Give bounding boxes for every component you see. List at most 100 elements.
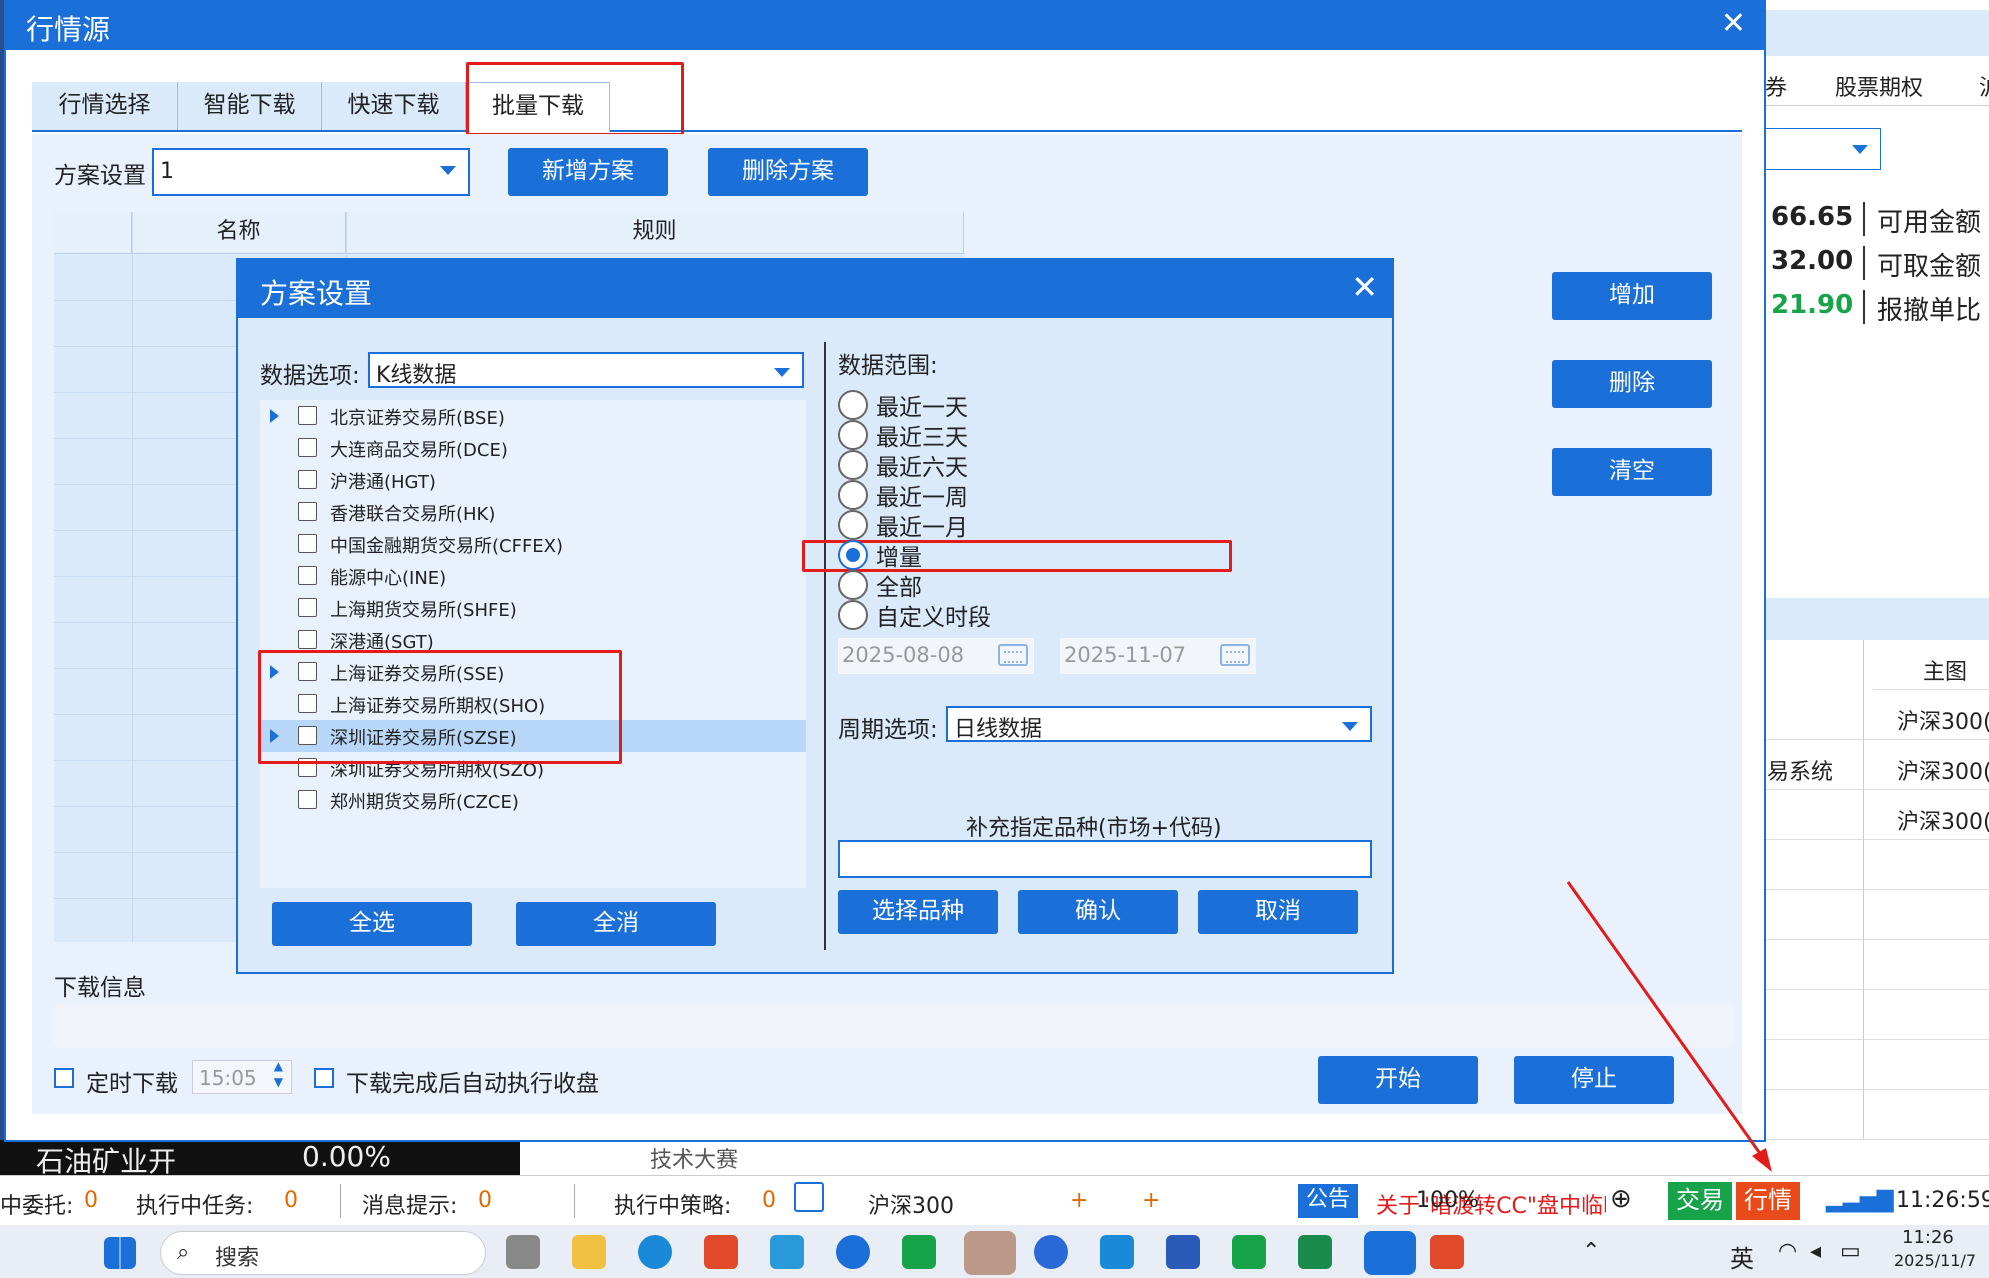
trade-button[interactable]: 交易 <box>1668 1182 1732 1220</box>
market-item[interactable]: 沪港通(HGT) <box>260 464 806 496</box>
market-checkbox[interactable] <box>298 406 317 425</box>
clear-button[interactable]: 清空 <box>1552 448 1712 496</box>
wechat-icon[interactable] <box>964 1231 1016 1275</box>
file-explorer-icon[interactable] <box>572 1235 606 1269</box>
range-option[interactable]: 最近一天 <box>838 390 1258 421</box>
news-ticker[interactable]: 关于"暗渡转CC"盘中临时 <box>1376 1188 1606 1220</box>
radio-button[interactable] <box>838 570 868 600</box>
market-checkbox[interactable] <box>298 598 317 617</box>
screenshot-icon[interactable] <box>1430 1235 1464 1269</box>
scheme-select[interactable]: 1 <box>152 148 470 196</box>
taskbar-search[interactable]: ⌕ 搜索 <box>160 1231 486 1275</box>
trading-app-icon[interactable] <box>1364 1231 1416 1275</box>
stepper-up-icon[interactable]: ▲ <box>274 1059 283 1073</box>
clock-date[interactable]: 2025/11/7 <box>1894 1251 1976 1270</box>
expand-arrow-icon[interactable] <box>270 409 279 423</box>
store-icon[interactable] <box>704 1235 738 1269</box>
word-icon[interactable] <box>1166 1235 1200 1269</box>
index-name[interactable]: 沪深300 <box>868 1188 954 1220</box>
bg-tab-stock-option[interactable]: 股票期权 <box>1835 70 1923 102</box>
radio-button[interactable] <box>838 480 868 510</box>
wechat-work-icon[interactable] <box>902 1235 936 1269</box>
keyboard-icon[interactable] <box>998 644 1028 666</box>
supplement-input[interactable] <box>838 840 1372 878</box>
radio-button[interactable] <box>838 450 868 480</box>
market-checkbox[interactable] <box>298 790 317 809</box>
timed-download-time[interactable]: 15:05 ▲ ▼ <box>192 1059 292 1094</box>
zoom-in-icon[interactable]: ⊕ <box>1610 1184 1632 1214</box>
table-row[interactable]: 沪深300( <box>1765 790 1989 840</box>
deselect-all-button[interactable]: 全消 <box>516 902 716 946</box>
timed-download-checkbox[interactable] <box>54 1068 74 1088</box>
period-select[interactable]: 日线数据 <box>946 706 1372 742</box>
auto-close-checkbox[interactable] <box>314 1068 334 1088</box>
confirm-button[interactable]: 确认 <box>1018 890 1178 934</box>
close-icon[interactable]: ✕ <box>1351 268 1378 306</box>
app-icon[interactable] <box>1100 1235 1134 1269</box>
tab-quick-download[interactable]: 快速下载 <box>322 82 466 130</box>
keyboard-icon[interactable] <box>1220 644 1250 666</box>
volume-icon[interactable]: ◂ <box>1810 1239 1821 1264</box>
market-checkbox[interactable] <box>298 566 317 585</box>
delete-button[interactable]: 删除 <box>1552 360 1712 408</box>
cancel-button[interactable]: 取消 <box>1198 890 1358 934</box>
battery-icon[interactable]: ▭ <box>1840 1239 1861 1264</box>
range-option[interactable]: 增量 <box>838 540 1258 571</box>
range-option[interactable]: 最近三天 <box>838 420 1258 451</box>
radio-button[interactable] <box>838 420 868 450</box>
choose-symbol-button[interactable]: 选择品种 <box>838 890 998 934</box>
close-icon[interactable]: ✕ <box>1721 6 1746 41</box>
date-to-field[interactable]: 2025-11-07 <box>1060 638 1256 674</box>
add-button[interactable]: 增加 <box>1552 272 1712 320</box>
app-icon[interactable] <box>770 1235 804 1269</box>
range-option[interactable]: 自定义时段 <box>838 600 1258 631</box>
radio-button[interactable] <box>838 540 868 570</box>
market-item[interactable]: 香港联合交易所(HK) <box>260 496 806 528</box>
bg-tab-hu[interactable]: 沪 <box>1979 70 1989 102</box>
chevron-up-icon[interactable]: ⌃ <box>1582 1239 1600 1264</box>
search-app-icon[interactable] <box>1034 1235 1068 1269</box>
wifi-icon[interactable]: ◠ <box>1778 1239 1797 1264</box>
strategy-monitor-icon[interactable] <box>794 1182 824 1212</box>
market-item[interactable]: 大连商品交易所(DCE) <box>260 432 806 464</box>
edge-browser-icon[interactable] <box>638 1235 672 1269</box>
task-view-icon[interactable] <box>506 1235 540 1269</box>
tab-smart-download[interactable]: 智能下载 <box>178 82 322 130</box>
radio-button[interactable] <box>838 510 868 540</box>
date-from-field[interactable]: 2025-08-08 <box>838 638 1034 674</box>
stepper-down-icon[interactable]: ▼ <box>274 1075 283 1089</box>
radio-button[interactable] <box>838 600 868 630</box>
market-checkbox[interactable] <box>298 470 317 489</box>
bg-tab-bond[interactable]: 券 <box>1765 70 1787 102</box>
range-option[interactable]: 最近一月 <box>838 510 1258 541</box>
range-option[interactable]: 全部 <box>838 570 1258 601</box>
range-option[interactable]: 最近六天 <box>838 450 1258 481</box>
bg-account-select[interactable] <box>1765 128 1881 170</box>
plus-icon[interactable]: + <box>1070 1188 1088 1213</box>
market-checkbox[interactable] <box>298 630 317 649</box>
market-checkbox[interactable] <box>298 438 317 457</box>
add-scheme-button[interactable]: 新增方案 <box>508 148 668 196</box>
delete-scheme-button[interactable]: 删除方案 <box>708 148 868 196</box>
select-all-button[interactable]: 全选 <box>272 902 472 946</box>
app-icon[interactable] <box>1298 1235 1332 1269</box>
start-button[interactable]: 开始 <box>1318 1056 1478 1104</box>
market-checkbox[interactable] <box>298 534 317 553</box>
market-item[interactable]: 能源中心(INE) <box>260 560 806 592</box>
market-item[interactable]: 中国金融期货交易所(CFFEX) <box>260 528 806 560</box>
market-checkbox[interactable] <box>298 502 317 521</box>
range-option[interactable]: 最近一周 <box>838 480 1258 511</box>
radio-button[interactable] <box>838 390 868 420</box>
clock-time[interactable]: 11:26 <box>1902 1227 1954 1248</box>
excel-icon[interactable] <box>1232 1235 1266 1269</box>
table-row[interactable]: 易系统 沪深300( <box>1765 740 1989 790</box>
plus-icon[interactable]: + <box>1142 1188 1160 1213</box>
announcement-button[interactable]: 公告 <box>1298 1184 1358 1218</box>
windows-start-icon[interactable] <box>104 1237 136 1269</box>
table-row[interactable]: 沪深300( <box>1765 690 1989 740</box>
quote-button[interactable]: 行情 <box>1736 1182 1800 1220</box>
tab-quote-select[interactable]: 行情选择 <box>32 82 178 130</box>
browser-icon[interactable] <box>836 1235 870 1269</box>
market-item[interactable]: 北京证券交易所(BSE) <box>260 400 806 432</box>
market-item[interactable]: 郑州期货交易所(CZCE) <box>260 784 806 816</box>
